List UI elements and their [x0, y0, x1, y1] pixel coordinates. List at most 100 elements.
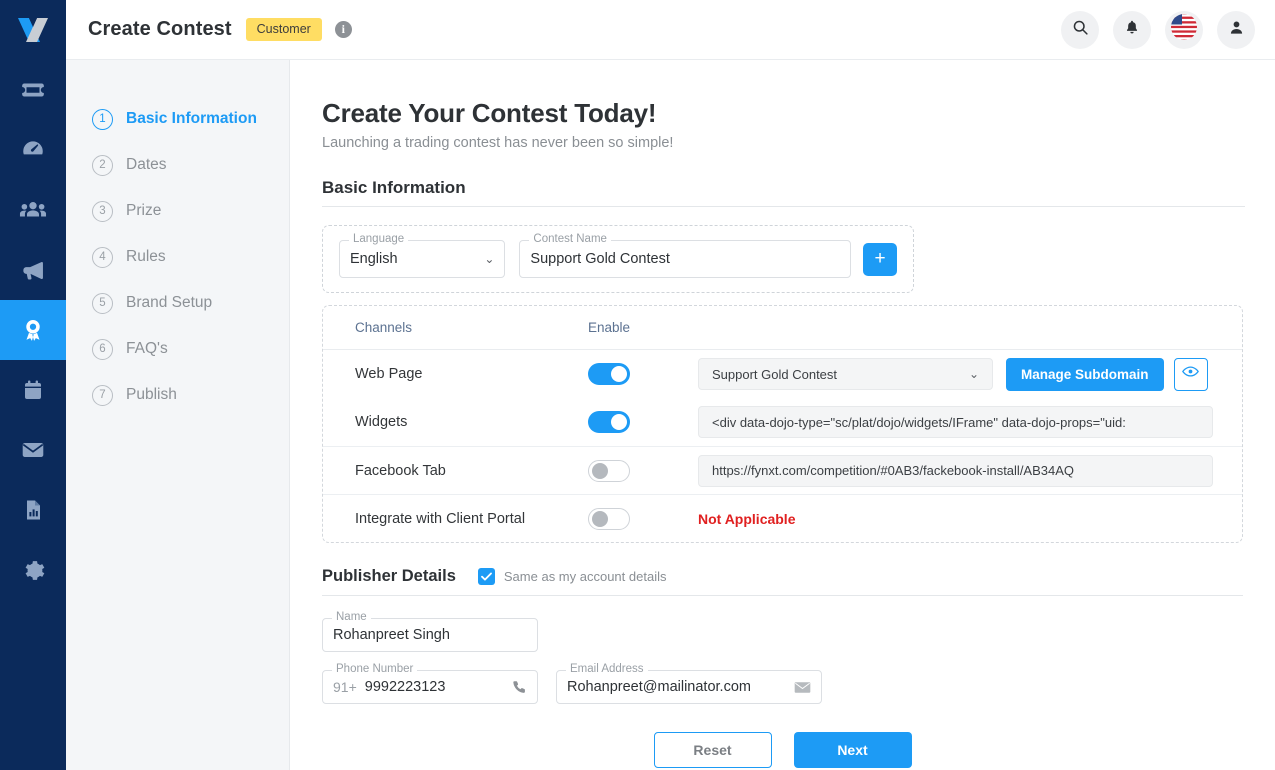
wizard-steps: 1 Basic Information 2 Dates 3 Prize 4 Ru… [66, 60, 290, 770]
rail-item-settings[interactable] [0, 540, 66, 600]
step-number: 2 [92, 154, 113, 176]
sidebar-item-faqs[interactable]: 6 FAQ's [66, 326, 289, 372]
toggle-knob [611, 414, 627, 430]
plus-icon: + [874, 248, 886, 269]
channels-table-header: Channels Enable [323, 306, 1242, 350]
rail-item-ticket[interactable] [0, 60, 66, 120]
app-logo[interactable] [0, 0, 66, 60]
info-icon[interactable]: i [334, 21, 352, 38]
web-page-select[interactable]: Support Gold Contest ⌄ [698, 358, 993, 390]
toggle-knob [611, 366, 627, 382]
client-portal-status: Not Applicable [698, 511, 1242, 527]
widgets-embed-code[interactable]: <div data-dojo-type="sc/plat/dojo/widget… [698, 406, 1213, 438]
toggle-web-page[interactable] [588, 363, 630, 385]
widgets-embed-value: <div data-dojo-type="sc/plat/dojo/widget… [712, 414, 1126, 430]
toggle-knob [592, 462, 608, 479]
step-label: Publish [126, 386, 177, 403]
right-pane: Create Contest Customer i 1 Basic Inform… [66, 0, 1275, 770]
sidebar-item-publish[interactable]: 7 Publish [66, 372, 289, 418]
step-number: 3 [92, 200, 113, 222]
rail-item-contests[interactable] [0, 300, 66, 360]
bell-icon [1124, 19, 1140, 41]
step-number: 1 [92, 108, 113, 130]
same-as-account-checkbox[interactable] [477, 568, 495, 585]
publisher-name-input[interactable]: Name Rohanpreet Singh [322, 611, 538, 652]
account-button[interactable] [1217, 10, 1255, 49]
step-number: 7 [92, 384, 113, 406]
main-form: Create Your Contest Today! Launching a t… [290, 60, 1275, 770]
add-language-button[interactable]: + [863, 242, 897, 276]
sidebar-item-basic-information[interactable]: 1 Basic Information [66, 96, 289, 142]
facebook-install-url[interactable]: https://fynxt.com/competition/#0AB3/fack… [698, 454, 1213, 487]
toggle-client-portal[interactable] [588, 507, 630, 530]
channel-name: Facebook Tab [355, 462, 446, 479]
form-subheading: Launching a trading contest has never be… [322, 135, 674, 151]
channel-name: Web Page [355, 366, 423, 382]
rail-item-marketing[interactable] [0, 240, 66, 300]
ticket-icon [20, 77, 46, 103]
speedometer-icon [20, 137, 46, 163]
toggle-facebook-tab[interactable] [588, 459, 630, 482]
widgets-controls: <div data-dojo-type="sc/plat/dojo/widget… [698, 406, 1242, 438]
language-flag-button[interactable] [1165, 10, 1203, 49]
table-row-widgets: Widgets <div data-dojo-type="sc/plat/doj… [323, 398, 1242, 446]
sidebar-item-prize[interactable]: 3 Prize [66, 188, 289, 234]
toggle-widgets[interactable] [588, 411, 630, 433]
next-button[interactable]: Next [793, 732, 912, 768]
enable-cell [588, 459, 698, 482]
publisher-email-value: Rohanpreet@mailinator.com [567, 679, 751, 695]
table-row-client-portal: Integrate with Client Portal Not Applica… [323, 494, 1242, 542]
sidebar-item-brand-setup[interactable]: 5 Brand Setup [66, 280, 289, 326]
top-bar: Create Contest Customer i [66, 0, 1275, 60]
same-as-account-label: Same as my account details [503, 569, 667, 584]
status-badge: Customer [245, 18, 322, 41]
contest-name-value: Support Gold Contest [530, 251, 670, 267]
step-label: Prize [126, 202, 162, 219]
step-number: 4 [92, 246, 113, 268]
reset-button[interactable]: Reset [653, 732, 772, 768]
app-root: Create Contest Customer i 1 Basic Inform… [0, 0, 1275, 770]
language-contest-panel: Language English ⌄ Contest Name Support … [322, 225, 914, 293]
rail-item-calendar[interactable] [0, 360, 66, 420]
facebook-controls: https://fynxt.com/competition/#0AB3/fack… [698, 454, 1242, 487]
manage-subdomain-button[interactable]: Manage Subdomain [1006, 357, 1164, 391]
award-icon [20, 317, 46, 343]
step-number: 5 [92, 292, 113, 314]
step-label: Dates [126, 156, 167, 173]
form-footer: Reset Next [322, 732, 1243, 768]
rail-item-mail[interactable] [0, 420, 66, 480]
web-page-select-value: Support Gold Contest [712, 366, 838, 382]
preview-button[interactable] [1173, 357, 1208, 391]
publisher-contact-row: Phone Number 91+ 9992223123 Email Addres… [322, 663, 1245, 704]
rail-item-dashboard[interactable] [0, 120, 66, 180]
publisher-phone-input[interactable]: Phone Number 91+ 9992223123 [322, 663, 538, 704]
search-button[interactable] [1061, 10, 1099, 49]
facebook-install-url-value: https://fynxt.com/competition/#0AB3/fack… [712, 463, 1075, 478]
rail-item-clients[interactable] [0, 180, 66, 240]
notifications-button[interactable] [1113, 10, 1151, 49]
contest-name-label: Contest Name [529, 233, 611, 245]
eye-icon [1182, 365, 1199, 383]
flag-us-icon [1169, 12, 1199, 47]
step-number: 6 [92, 338, 113, 360]
table-row-facebook-tab: Facebook Tab https://fynxt.com/competiti… [323, 446, 1242, 494]
publisher-phone-label: Phone Number [332, 663, 418, 675]
language-select[interactable]: Language English ⌄ [339, 233, 506, 278]
enable-cell [588, 363, 698, 385]
rail-item-reports[interactable] [0, 480, 66, 540]
channel-name: Integrate with Client Portal [355, 510, 526, 527]
contest-name-input[interactable]: Contest Name Support Gold Contest [519, 233, 852, 278]
channels-table: Channels Enable Web Page Support Gold Co… [322, 305, 1243, 543]
country-code: 91+ [333, 679, 357, 695]
toggle-knob [592, 510, 608, 527]
channel-name: Widgets [355, 414, 408, 430]
sidebar-item-dates[interactable]: 2 Dates [66, 142, 289, 188]
step-label: FAQ's [126, 340, 168, 357]
step-label: Brand Setup [126, 294, 213, 311]
content-body: 1 Basic Information 2 Dates 3 Prize 4 Ru… [66, 60, 1275, 770]
publisher-email-label: Email Address [566, 663, 648, 675]
publisher-email-input[interactable]: Email Address Rohanpreet@mailinator.com [556, 663, 822, 704]
sidebar-item-rules[interactable]: 4 Rules [66, 234, 289, 280]
megaphone-icon [20, 257, 47, 284]
gear-icon [21, 558, 46, 583]
